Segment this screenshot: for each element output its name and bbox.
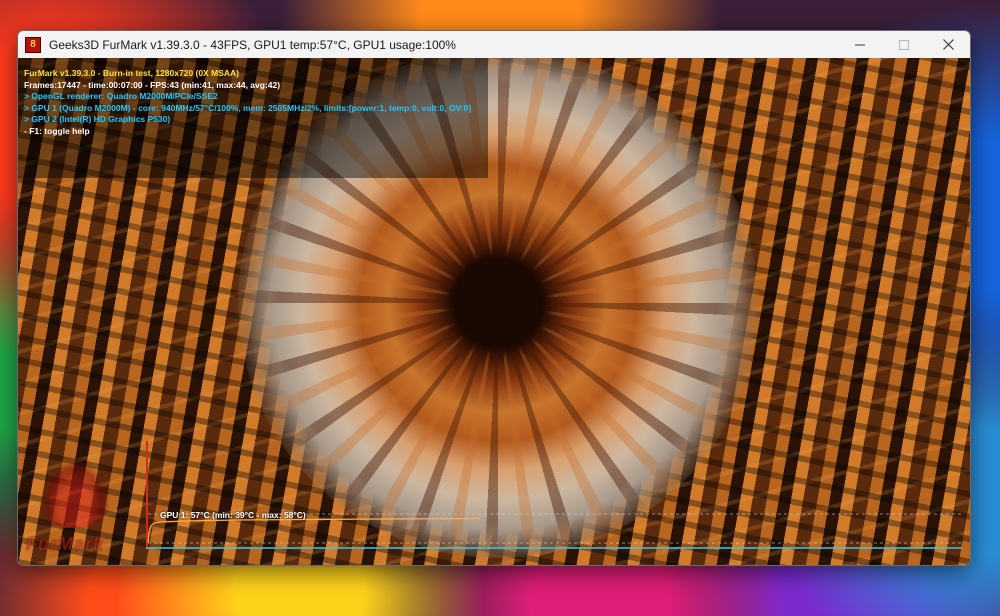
furmark-app-icon[interactable]: 8: [25, 36, 41, 53]
temp-graph-line: [147, 517, 481, 544]
hud-gpu1-line: > GPU 1 (Quadro M2000M) - core: 940MHz/5…: [24, 102, 472, 113]
hud-renderer-line: > OpenGL renderer: Quadro M2000M/PCIe/SS…: [24, 91, 218, 102]
hud-frames-line: Frames:17447 - time:00:07:00 - FPS:43 (m…: [24, 79, 281, 90]
maximize-icon: [899, 39, 909, 50]
hud-title-line: FurMark v1.39.3.0 - Burn-in test, 1280x7…: [24, 68, 239, 78]
title-bar[interactable]: 8 Geeks3D FurMark v1.39.3.0 - 43FPS, GPU…: [18, 31, 970, 58]
render-viewport[interactable]: FurMark v1.39.3.0 - Burn-in test, 1280x7…: [18, 58, 970, 565]
temp-graph-label: GPU 1: 57°C (min: 39°C - max: 58°C): [160, 510, 306, 520]
furmark-window: 8 Geeks3D FurMark v1.39.3.0 - 43FPS, GPU…: [17, 30, 971, 566]
hud-gpu2-line: > GPU 2 (Intel(R) HD Graphics P530): [24, 114, 171, 125]
hud-overlay: FurMark v1.39.3.0 - Burn-in test, 1280x7…: [24, 68, 471, 138]
minimize-icon: [855, 44, 865, 45]
minimize-button[interactable]: [838, 31, 882, 58]
flame-icon: [40, 458, 110, 528]
close-button[interactable]: [926, 31, 970, 58]
window-controls: [838, 31, 970, 58]
furmark-logo: FurMark: [22, 458, 137, 563]
close-icon: [942, 39, 954, 50]
hud-help-line: - F1: toggle help: [24, 125, 90, 136]
furmark-logo-text: FurMark: [26, 534, 105, 554]
maximize-button[interactable]: [882, 31, 926, 58]
window-title: Geeks3D FurMark v1.39.3.0 - 43FPS, GPU1 …: [49, 37, 456, 52]
